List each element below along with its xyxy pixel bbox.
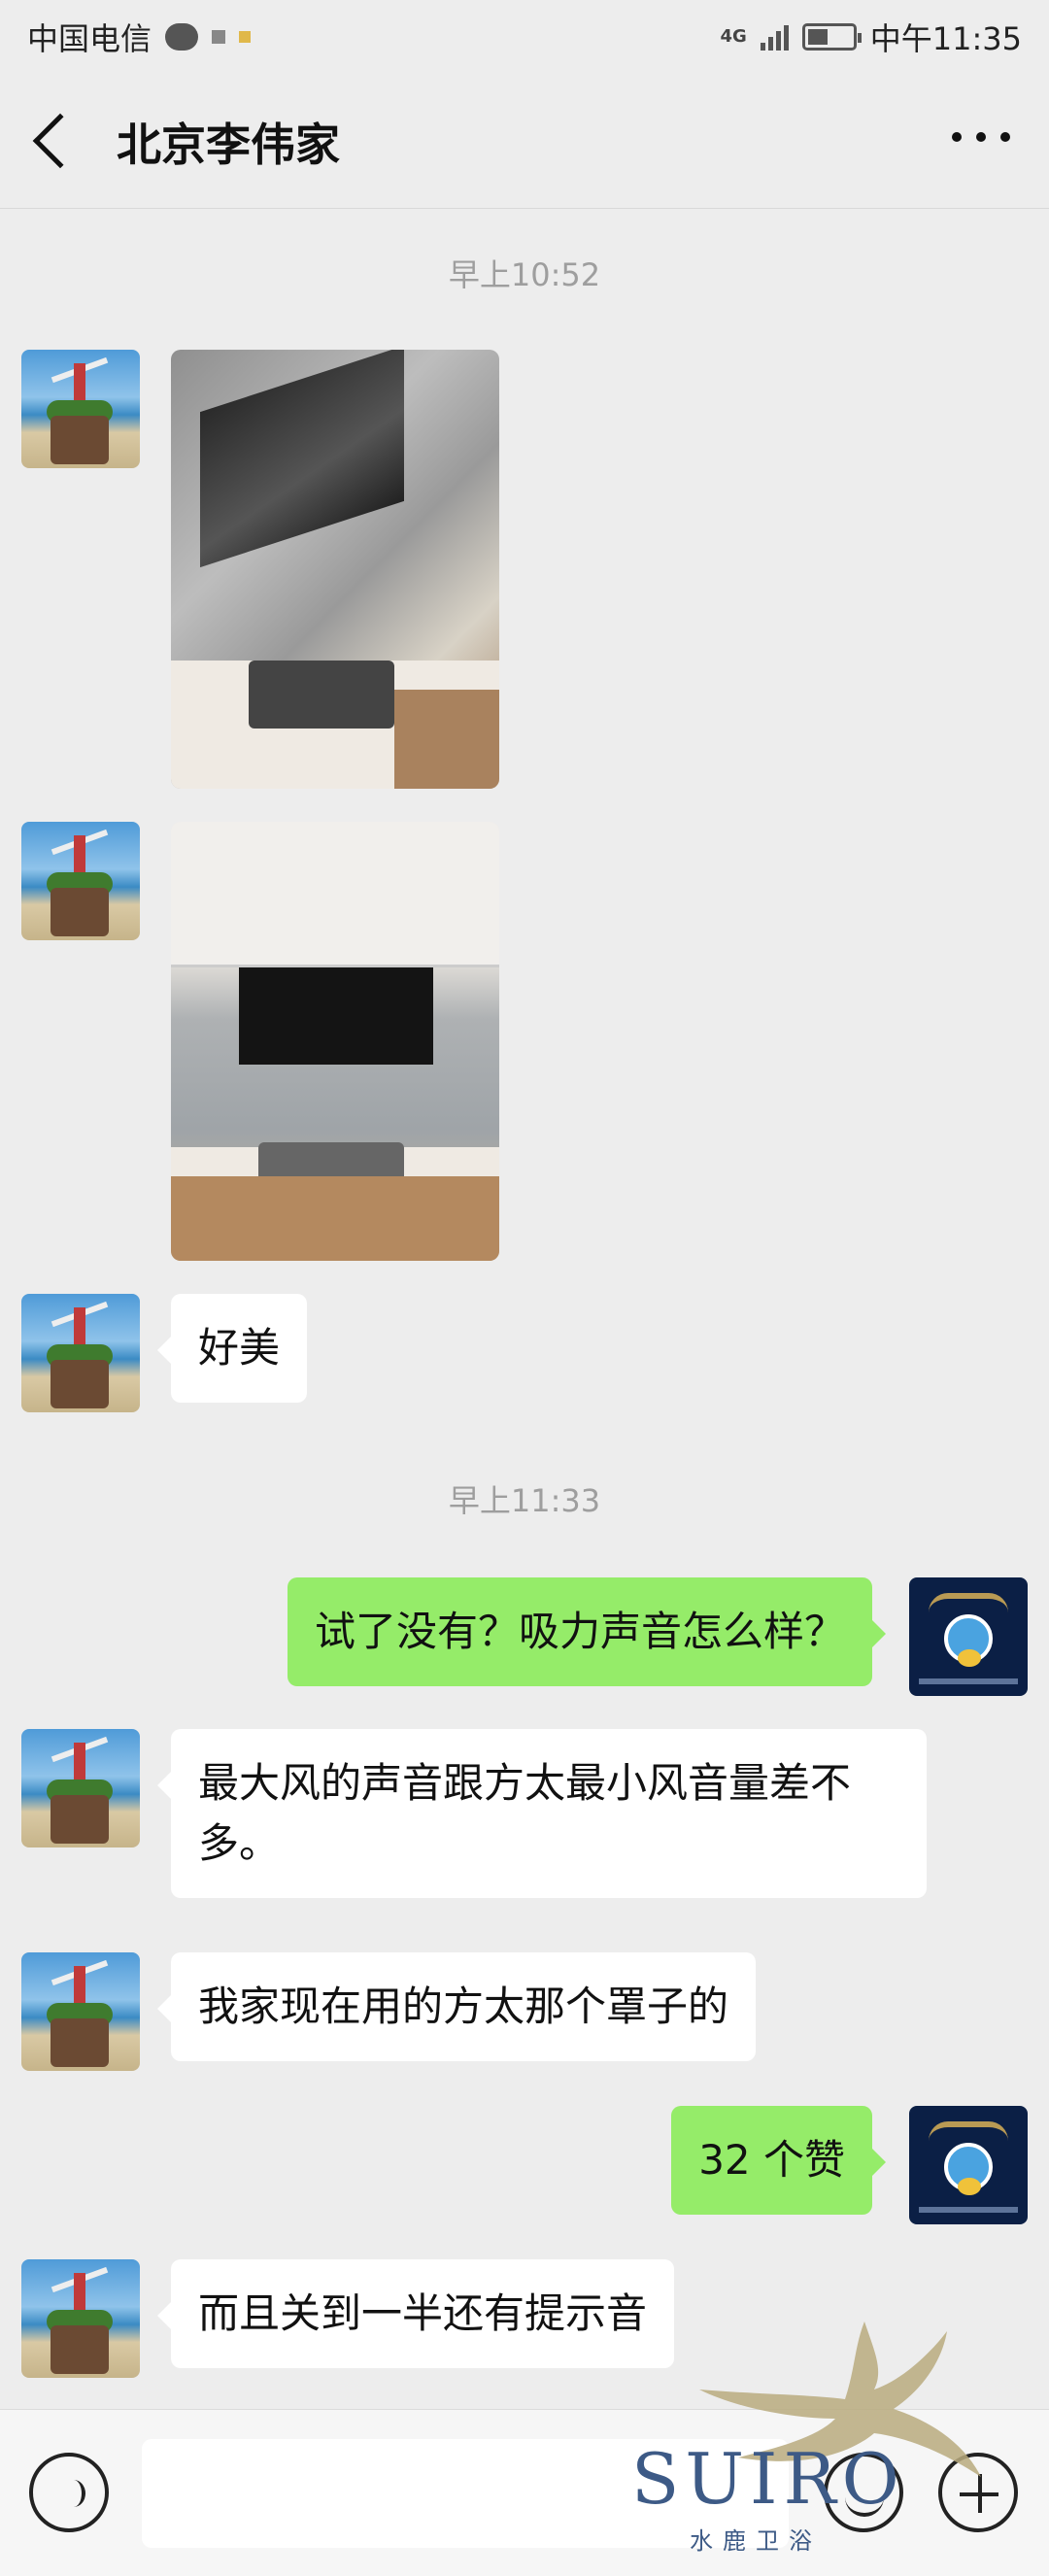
contact-avatar[interactable] — [21, 350, 140, 468]
notification-dot-icon — [239, 30, 252, 43]
message-bubble-incoming[interactable]: 好美 — [156, 1294, 308, 1403]
carrier-label: 中国电信 — [27, 19, 152, 57]
message-bubble-incoming[interactable]: 我家现在用的方太那个罩子的 — [156, 1952, 757, 2061]
network-type: 4G — [720, 25, 747, 47]
message-input[interactable] — [142, 2439, 789, 2548]
plus-icon[interactable] — [938, 2453, 1018, 2532]
back-arrow-icon[interactable] — [32, 113, 88, 169]
chat-input-bar — [0, 2409, 1049, 2576]
notification-chat-icon — [165, 22, 199, 51]
message-bubble-incoming[interactable]: 而且关到一半还有提示音 — [156, 2259, 675, 2368]
self-avatar[interactable] — [909, 2106, 1028, 2224]
contact-avatar[interactable] — [21, 822, 140, 940]
contact-avatar[interactable] — [21, 2259, 140, 2378]
emoji-icon[interactable] — [824, 2453, 903, 2532]
status-left: 中国电信 — [27, 15, 252, 59]
message-bubble-outgoing[interactable]: 试了没有？吸力声音怎么样？ — [287, 1577, 887, 1686]
chat-header: 北京李伟家 — [0, 73, 1049, 209]
notification-icon — [212, 29, 226, 44]
contact-avatar[interactable] — [21, 1294, 140, 1412]
self-avatar[interactable] — [909, 1577, 1028, 1696]
contact-avatar[interactable] — [21, 1729, 140, 1847]
message-timestamp: 早上10:52 — [448, 256, 601, 293]
message-timestamp: 早上11:33 — [448, 1482, 601, 1519]
more-dots-icon[interactable] — [952, 127, 1010, 147]
voice-icon[interactable] — [29, 2453, 109, 2532]
message-bubble-outgoing[interactable]: 32 个赞 — [671, 2106, 886, 2215]
chat-title: 北京李伟家 — [117, 119, 340, 171]
signal-icon — [760, 23, 789, 51]
kitchen-photo-message[interactable] — [171, 350, 499, 789]
status-right: 4G 中午11:35 — [720, 15, 1022, 59]
contact-avatar[interactable] — [21, 1952, 140, 2071]
clock: 中午11:35 — [869, 19, 1022, 57]
kitchen-photo-message[interactable] — [171, 822, 499, 1261]
battery-icon — [801, 22, 862, 51]
status-bar: 中国电信 4G 中午11:35 — [0, 0, 1049, 73]
message-bubble-incoming[interactable]: 最大风的声音跟方太最小风音量差不多。 — [157, 1729, 927, 1898]
